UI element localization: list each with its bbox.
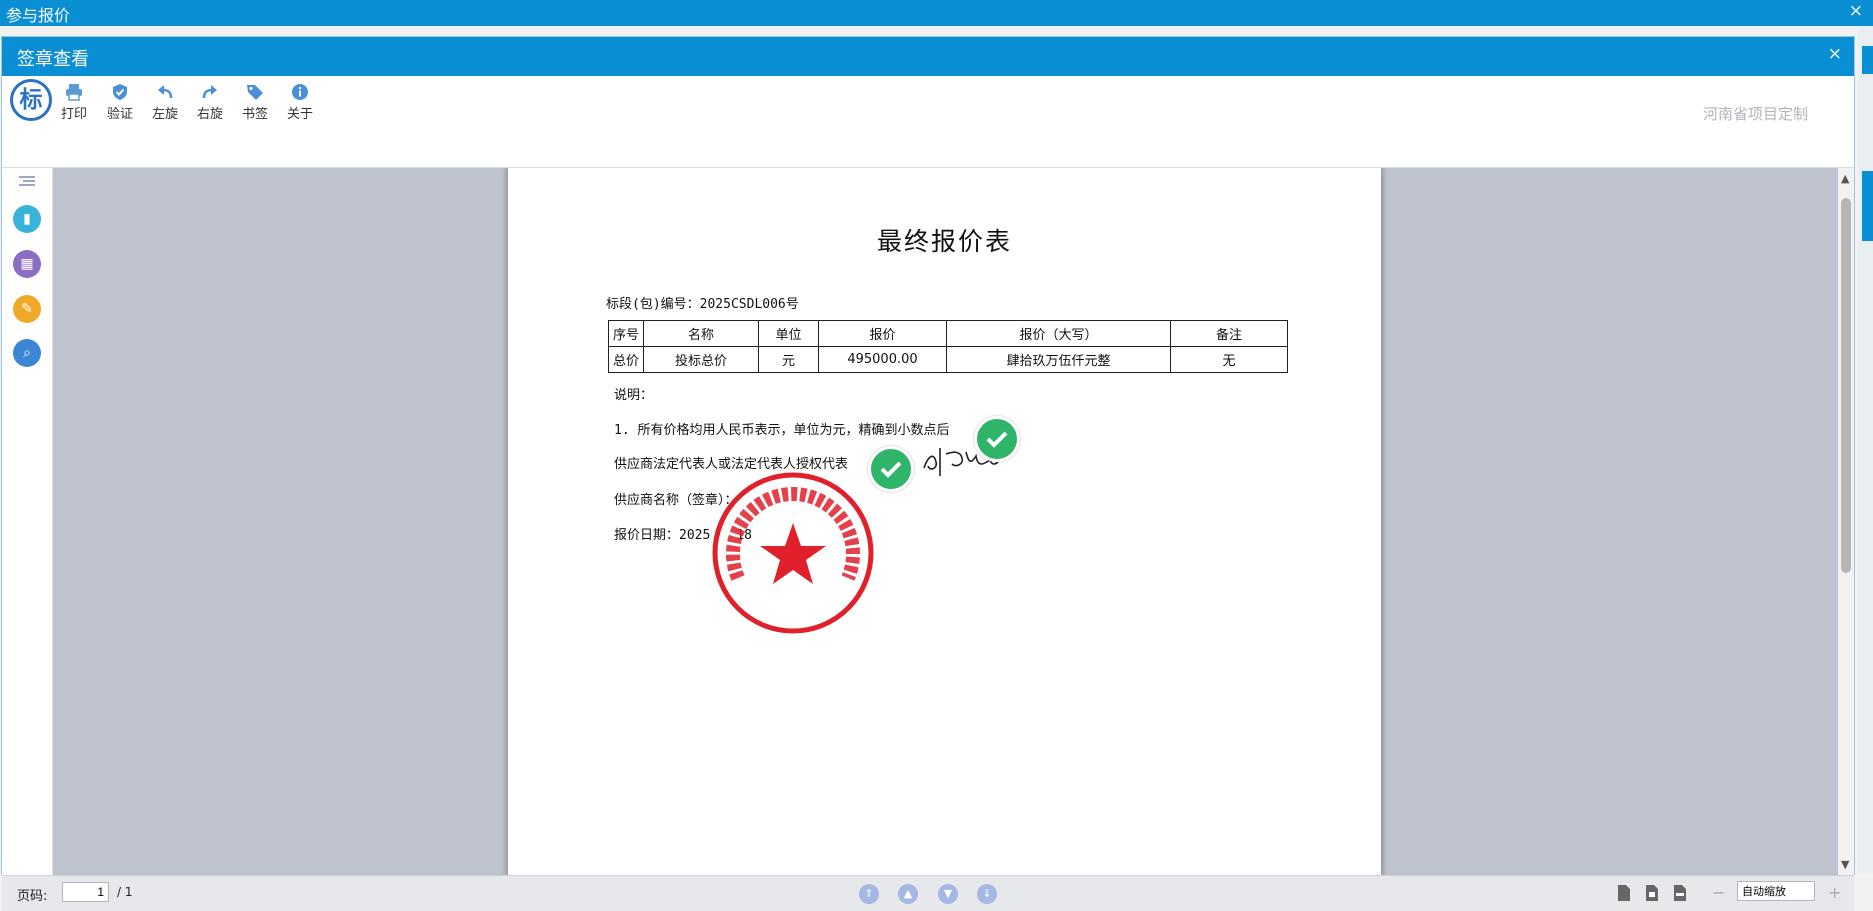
about-label: 关于 <box>286 107 313 122</box>
dialog-titlebar: 签章查看 × <box>2 37 1854 76</box>
rotate-right-icon <box>202 85 217 99</box>
dialog-close-button[interactable]: × <box>1828 44 1842 64</box>
scroll-up-arrow-icon[interactable]: ▲ <box>1841 172 1849 185</box>
grid-thumbnails-icon[interactable]: ▦ <box>13 250 41 278</box>
outer-close-button[interactable]: × <box>1849 1 1863 21</box>
pen-icon[interactable]: ✎ <box>13 295 41 323</box>
note-line-1: 1. 所有价格均用人民币表示，单位为元，精确到小数点后 <box>614 423 950 438</box>
scrollbar-thumb[interactable] <box>1841 198 1851 573</box>
page-label: 页码: <box>17 889 48 904</box>
column-header: 名称 <box>643 320 759 347</box>
column-header: 报价（大写） <box>946 320 1171 347</box>
zoom-in-button[interactable]: + <box>1828 883 1841 902</box>
print-button[interactable]: 打印 <box>52 83 96 122</box>
table-cell: 投标总价 <box>643 346 759 373</box>
bookmark-button[interactable]: 书签 <box>233 83 277 122</box>
package-number: 标段(包)编号：2025CSDL006号 <box>606 297 799 312</box>
pdf-page: 最终报价表 标段(包)编号：2025CSDL006号 序号 名称 单位 报价 报… <box>508 168 1381 875</box>
previous-page-button[interactable]: ▲ <box>898 884 918 904</box>
dialog-title: 签章查看 <box>17 49 89 70</box>
table-cell: 元 <box>758 346 819 373</box>
background-window-edge <box>1858 26 1873 873</box>
page-total: / 1 <box>117 885 133 899</box>
table-row: 总价 投标总价 元 495000.00 肆拾玖万伍仟元整 无 <box>608 346 1288 373</box>
bookmark-tag-icon <box>247 85 263 100</box>
shield-check-icon <box>113 84 127 100</box>
table-cell: 肆拾玖万伍仟元整 <box>946 346 1171 373</box>
outer-titlebar: 参与报价 × <box>0 0 1873 26</box>
seal-valid-check-icon[interactable] <box>974 416 1020 462</box>
status-bar: 页码: / 1 ⇑ ▲ ▼ ⇓ − 自动缩放 + <box>2 875 1854 911</box>
rotate-left-button[interactable]: 左旋 <box>143 83 187 122</box>
table-header-row: 序号 名称 单位 报价 报价（大写） 备注 <box>608 320 1288 347</box>
page-icon[interactable]: ▮ <box>13 205 41 233</box>
app-logo: 标 <box>10 79 52 121</box>
table-cell: 无 <box>1170 346 1288 373</box>
background-edge-block <box>1862 171 1873 241</box>
verify-label: 验证 <box>106 107 133 122</box>
search-icon[interactable]: ⌕ <box>13 339 41 367</box>
table-cell: 总价 <box>608 346 644 373</box>
rotate-left-icon <box>158 85 173 99</box>
next-page-button[interactable]: ▼ <box>938 884 958 904</box>
info-icon <box>292 84 308 100</box>
last-page-button[interactable]: ⇓ <box>977 884 997 904</box>
signature-viewer-dialog: 签章查看 × 标 打印 验证 左旋 右旋 书签 关于 河南省项目定制 ▮ ▦ ✎… <box>1 36 1855 911</box>
fit-width-icon[interactable] <box>1674 885 1686 901</box>
zoom-out-button[interactable]: − <box>1712 883 1725 902</box>
column-header: 序号 <box>608 320 644 347</box>
zoom-select[interactable]: 自动缩放 <box>1737 881 1815 901</box>
print-label: 打印 <box>60 107 87 122</box>
quote-table: 序号 名称 单位 报价 报价（大写） 备注 总价 投标总价 元 495000.0… <box>608 320 1288 373</box>
fit-page-icon[interactable] <box>1646 885 1658 901</box>
bookmark-label: 书签 <box>241 107 268 122</box>
printer-icon <box>66 84 82 101</box>
column-header: 备注 <box>1170 320 1288 347</box>
rotate-right-label: 右旋 <box>196 107 223 122</box>
table-cell: 495000.00 <box>818 346 947 373</box>
sidebar: ▮ ▦ ✎ ⌕ <box>2 168 53 875</box>
outline-list-icon[interactable] <box>19 176 35 186</box>
outer-window-title: 参与报价 <box>6 6 71 25</box>
background-edge-block <box>1862 46 1873 74</box>
quote-date-label: 报价日期：2025 <box>614 528 711 543</box>
column-header: 报价 <box>818 320 947 347</box>
signature-valid-check-icon[interactable] <box>868 446 914 492</box>
rotate-right-button[interactable]: 右旋 <box>188 83 232 122</box>
document-title: 最终报价表 <box>876 227 1012 256</box>
brand-text: 河南省项目定制 <box>1702 105 1808 123</box>
column-header: 单位 <box>758 320 819 347</box>
scroll-down-arrow-icon[interactable]: ▼ <box>1841 858 1849 871</box>
verify-button[interactable]: 验证 <box>98 83 142 122</box>
vertical-scrollbar[interactable]: ▲ ▼ <box>1838 168 1854 875</box>
page-number-input[interactable] <box>62 882 109 902</box>
company-seal <box>712 472 874 634</box>
single-page-icon[interactable] <box>1618 885 1630 901</box>
rotate-left-label: 左旋 <box>151 107 178 122</box>
first-page-button[interactable]: ⇑ <box>859 884 879 904</box>
note-heading: 说明： <box>614 388 654 403</box>
about-button[interactable]: 关于 <box>278 83 322 122</box>
document-viewer[interactable]: 最终报价表 标段(包)编号：2025CSDL006号 序号 名称 单位 报价 报… <box>53 168 1838 875</box>
